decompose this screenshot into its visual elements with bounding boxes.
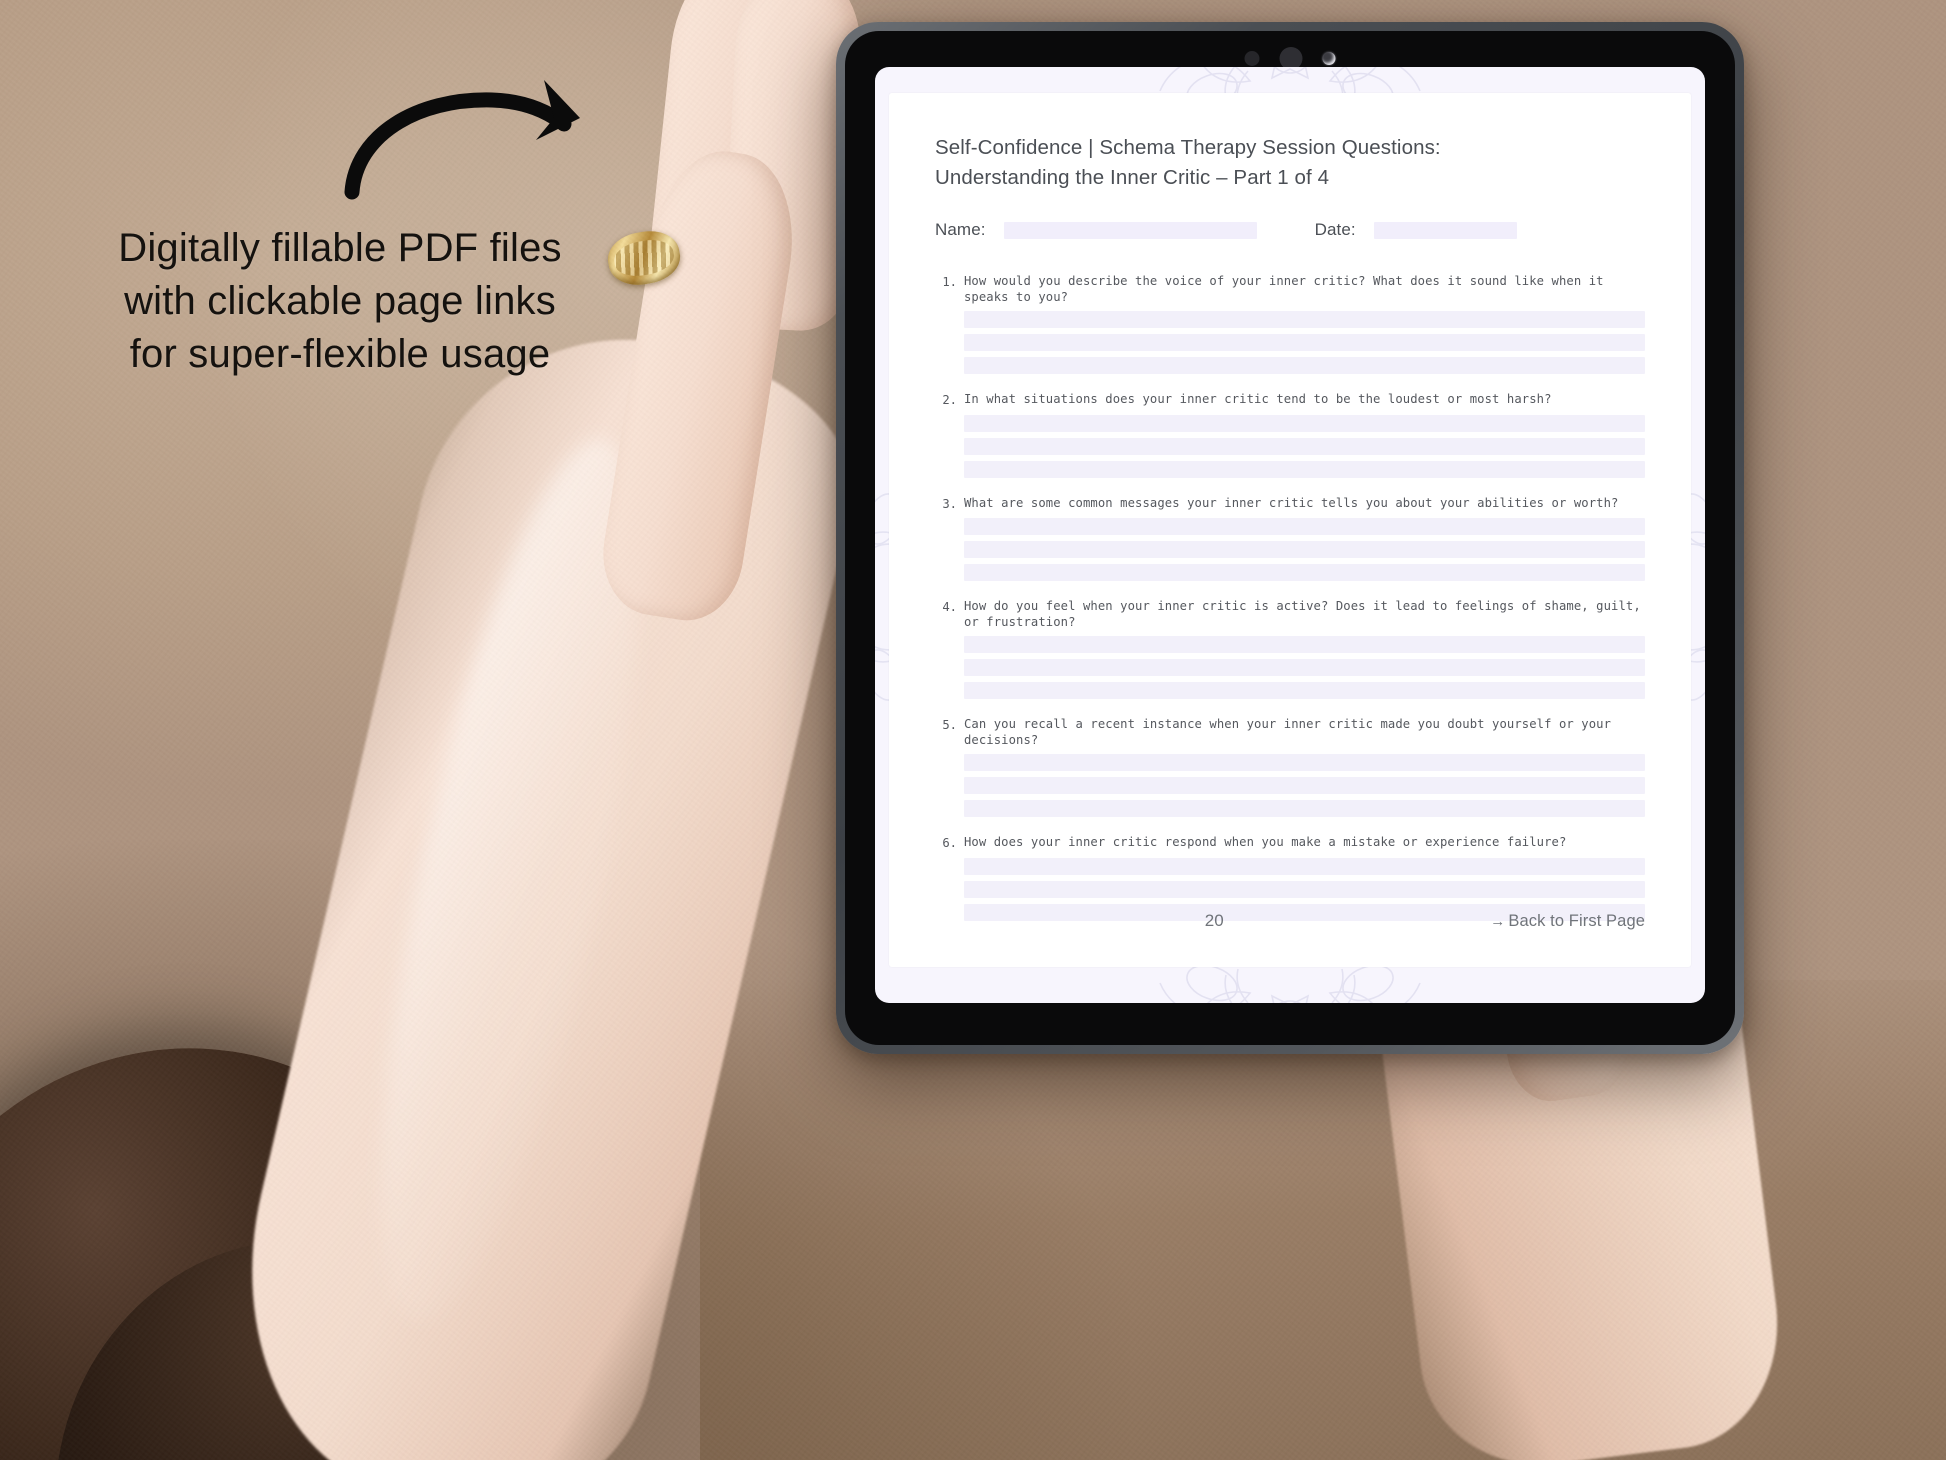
question-number: 2. <box>942 393 957 408</box>
page-footer: 20 → Back to First Page <box>935 911 1645 931</box>
promo-text: Digitally fillable PDF files with clicka… <box>60 222 620 382</box>
finger <box>594 141 806 629</box>
questions-list: 1. How would you describe the voice of y… <box>935 274 1645 921</box>
question-block: 2. In what situations does your inner cr… <box>935 392 1645 478</box>
promo-line-1: Digitally fillable PDF files <box>118 226 562 270</box>
question-number: 5. <box>942 718 957 733</box>
question-block: 4. How do you feel when your inner criti… <box>935 599 1645 700</box>
question-row: 1. How would you describe the voice of y… <box>935 274 1645 305</box>
date-label: Date: <box>1314 220 1356 240</box>
answer-input[interactable] <box>964 460 1645 478</box>
page-number: 20 <box>1204 911 1224 930</box>
question-row: 3. What are some common messages your in… <box>935 496 1645 512</box>
question-row: 2. In what situations does your inner cr… <box>935 392 1645 408</box>
answer-input[interactable] <box>964 564 1645 582</box>
question-number: 3. <box>942 496 957 511</box>
question-block: 6. How does your inner critic respond wh… <box>935 835 1645 921</box>
page-title-line-2: Understanding the Inner Critic – Part 1 … <box>935 165 1330 189</box>
question-row: 6. How does your inner critic respond wh… <box>935 835 1645 851</box>
answer-input[interactable] <box>964 311 1645 329</box>
question-number: 1. <box>942 275 957 290</box>
tablet-bezel: Self-Confidence | Schema Therapy Session… <box>845 31 1735 1045</box>
curved-arrow-icon <box>344 80 580 200</box>
question-block: 3. What are some common messages your in… <box>935 496 1645 582</box>
name-input[interactable] <box>1003 221 1257 239</box>
question-number: 4. <box>942 600 957 615</box>
answer-input[interactable] <box>964 880 1645 898</box>
answer-lines <box>935 518 1645 582</box>
question-block: 1. How would you describe the voice of y… <box>935 274 1645 375</box>
answer-input[interactable] <box>964 659 1645 677</box>
answer-input[interactable] <box>964 857 1645 875</box>
answer-input[interactable] <box>964 437 1645 455</box>
answer-input[interactable] <box>964 357 1645 375</box>
promo-line-3: for super-flexible usage <box>129 332 551 377</box>
answer-input[interactable] <box>964 414 1645 432</box>
answer-input[interactable] <box>964 682 1645 700</box>
photo-scene: Self-Confidence | Schema Therapy Session… <box>0 0 1946 1460</box>
answer-lines <box>935 311 1645 375</box>
answer-input[interactable] <box>964 636 1645 654</box>
answer-lines <box>935 414 1645 478</box>
question-text: In what situations does your inner criti… <box>964 392 1552 407</box>
name-label: Name: <box>935 220 986 240</box>
tablet-screen[interactable]: Self-Confidence | Schema Therapy Session… <box>875 67 1705 1003</box>
back-to-first-page-link[interactable]: → Back to First Page <box>1490 912 1645 931</box>
answer-input[interactable] <box>964 334 1645 352</box>
answer-input[interactable] <box>964 518 1645 536</box>
date-input[interactable] <box>1373 221 1517 239</box>
answer-lines <box>935 754 1645 818</box>
question-block: 5. Can you recall a recent instance when… <box>935 717 1645 818</box>
promo-line-2: with clickable page links <box>124 279 556 324</box>
answer-input[interactable] <box>964 754 1645 772</box>
question-text: How do you feel when your inner critic i… <box>964 599 1641 629</box>
question-text: What are some common messages your inner… <box>964 495 1619 510</box>
camera-small-icon <box>1244 51 1260 66</box>
worksheet-page: Self-Confidence | Schema Therapy Session… <box>889 93 1691 967</box>
question-text: Can you recall a recent instance when yo… <box>964 717 1612 747</box>
back-link-label: Back to First Page <box>1508 912 1645 930</box>
question-number: 6. <box>942 836 957 851</box>
question-row: 4. How do you feel when your inner criti… <box>935 599 1645 630</box>
question-text: How does your inner critic respond when … <box>964 835 1567 850</box>
meta-fields-row: Name: Date: <box>935 220 1645 240</box>
question-row: 5. Can you recall a recent instance when… <box>935 717 1645 748</box>
page-title: Self-Confidence | Schema Therapy Session… <box>935 133 1645 192</box>
camera-sensor-icon <box>1322 52 1336 65</box>
tablet-device: Self-Confidence | Schema Therapy Session… <box>836 22 1744 1054</box>
answer-input[interactable] <box>964 800 1645 818</box>
answer-input[interactable] <box>964 777 1645 795</box>
answer-lines <box>935 636 1645 700</box>
arrow-right-icon: → <box>1490 913 1506 930</box>
answer-input[interactable] <box>964 541 1645 559</box>
page-title-line-1: Self-Confidence | Schema Therapy Session… <box>935 136 1441 159</box>
question-text: How would you describe the voice of your… <box>964 274 1604 304</box>
